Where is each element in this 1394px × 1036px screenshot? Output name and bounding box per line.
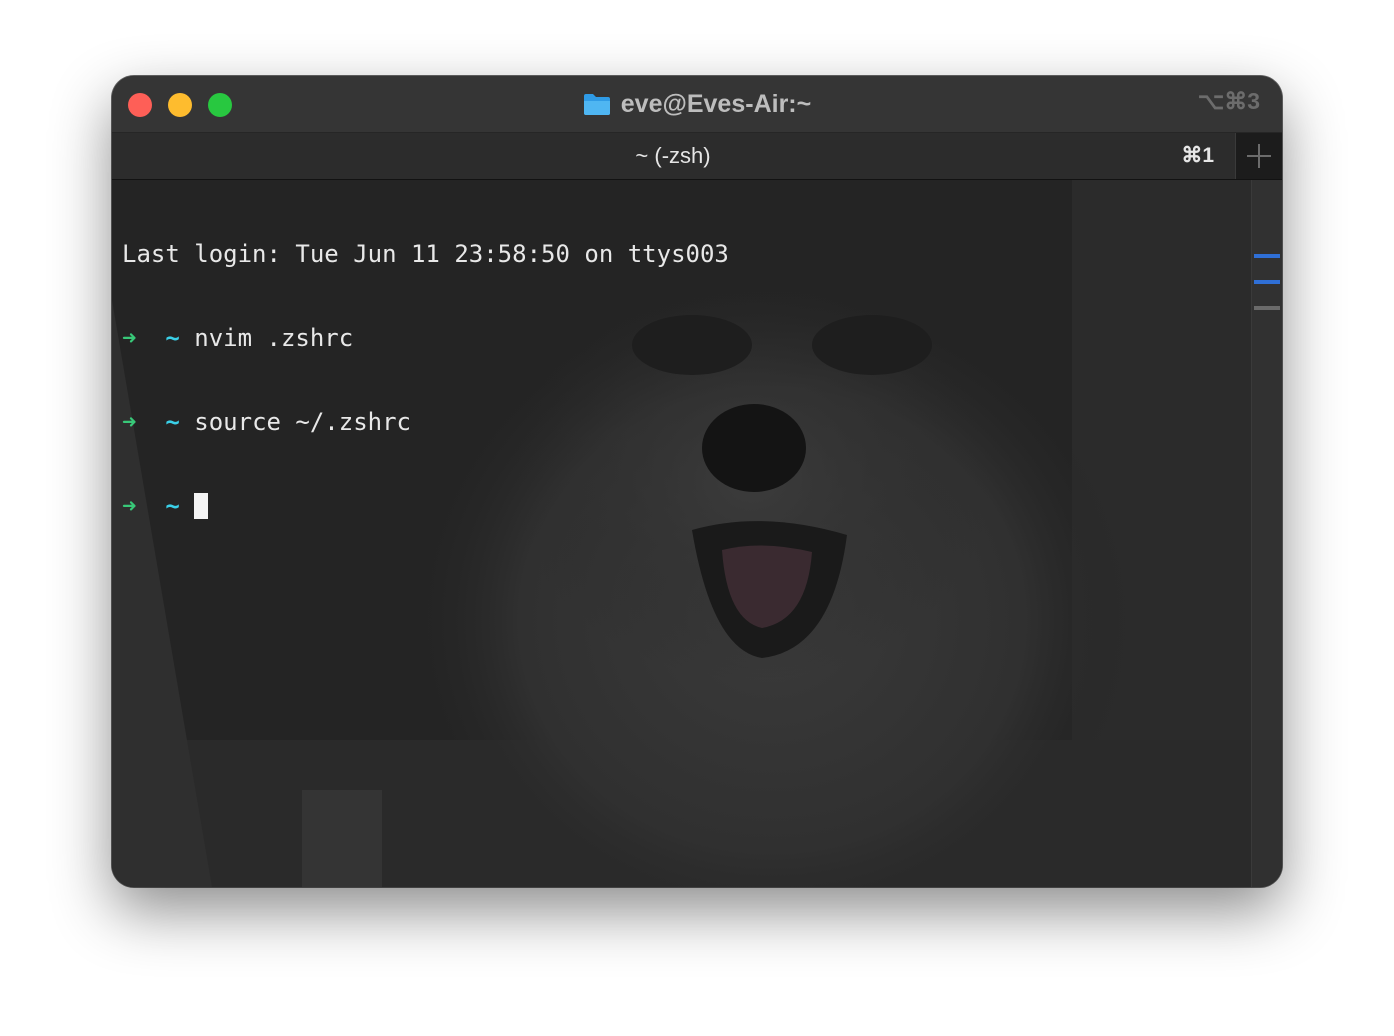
- command-line: ➜ ~ nvim .zshrc: [122, 324, 729, 352]
- window-title-group: eve@Eves-Air:~: [112, 88, 1282, 120]
- command-text: nvim .zshrc: [194, 324, 354, 352]
- title-bar[interactable]: eve@Eves-Air:~ ⌥⌘3: [112, 76, 1282, 132]
- text-cursor: [194, 493, 209, 519]
- tab-shortcut-label: ⌘1: [1181, 144, 1214, 167]
- tab-zsh[interactable]: ~ (-zsh): [112, 143, 1234, 169]
- scrollbar[interactable]: [1251, 180, 1282, 887]
- folder-icon: [583, 92, 611, 116]
- window-title: eve@Eves-Air:~: [620, 89, 812, 118]
- scroll-mark: [1254, 306, 1280, 310]
- terminal-pane[interactable]: Last login: Tue Jun 11 23:58:50 on ttys0…: [112, 180, 1282, 887]
- window-shortcut-label: ⌥⌘3: [1197, 88, 1260, 114]
- prompt-arrow: ➜: [122, 492, 137, 520]
- current-prompt-line[interactable]: ➜ ~: [122, 492, 729, 520]
- last-login-line: Last login: Tue Jun 11 23:58:50 on ttys0…: [122, 240, 729, 268]
- prompt-dir: ~: [165, 408, 180, 436]
- terminal-output: Last login: Tue Jun 11 23:58:50 on ttys0…: [122, 184, 729, 576]
- scroll-mark: [1254, 254, 1280, 258]
- command-text: source ~/.zshrc: [194, 408, 412, 436]
- prompt-dir: ~: [165, 492, 180, 520]
- prompt-arrow: ➜: [122, 408, 137, 436]
- terminal-window: eve@Eves-Air:~ ⌥⌘3 ~ (-zsh) ⌘1 Last logi…: [112, 76, 1282, 887]
- command-line: ➜ ~ source ~/.zshrc: [122, 408, 729, 436]
- scroll-mark: [1254, 280, 1280, 284]
- tab-bar: ~ (-zsh) ⌘1: [112, 132, 1282, 181]
- plus-icon[interactable]: [1235, 133, 1282, 179]
- prompt-dir: ~: [165, 324, 180, 352]
- prompt-arrow: ➜: [122, 324, 137, 352]
